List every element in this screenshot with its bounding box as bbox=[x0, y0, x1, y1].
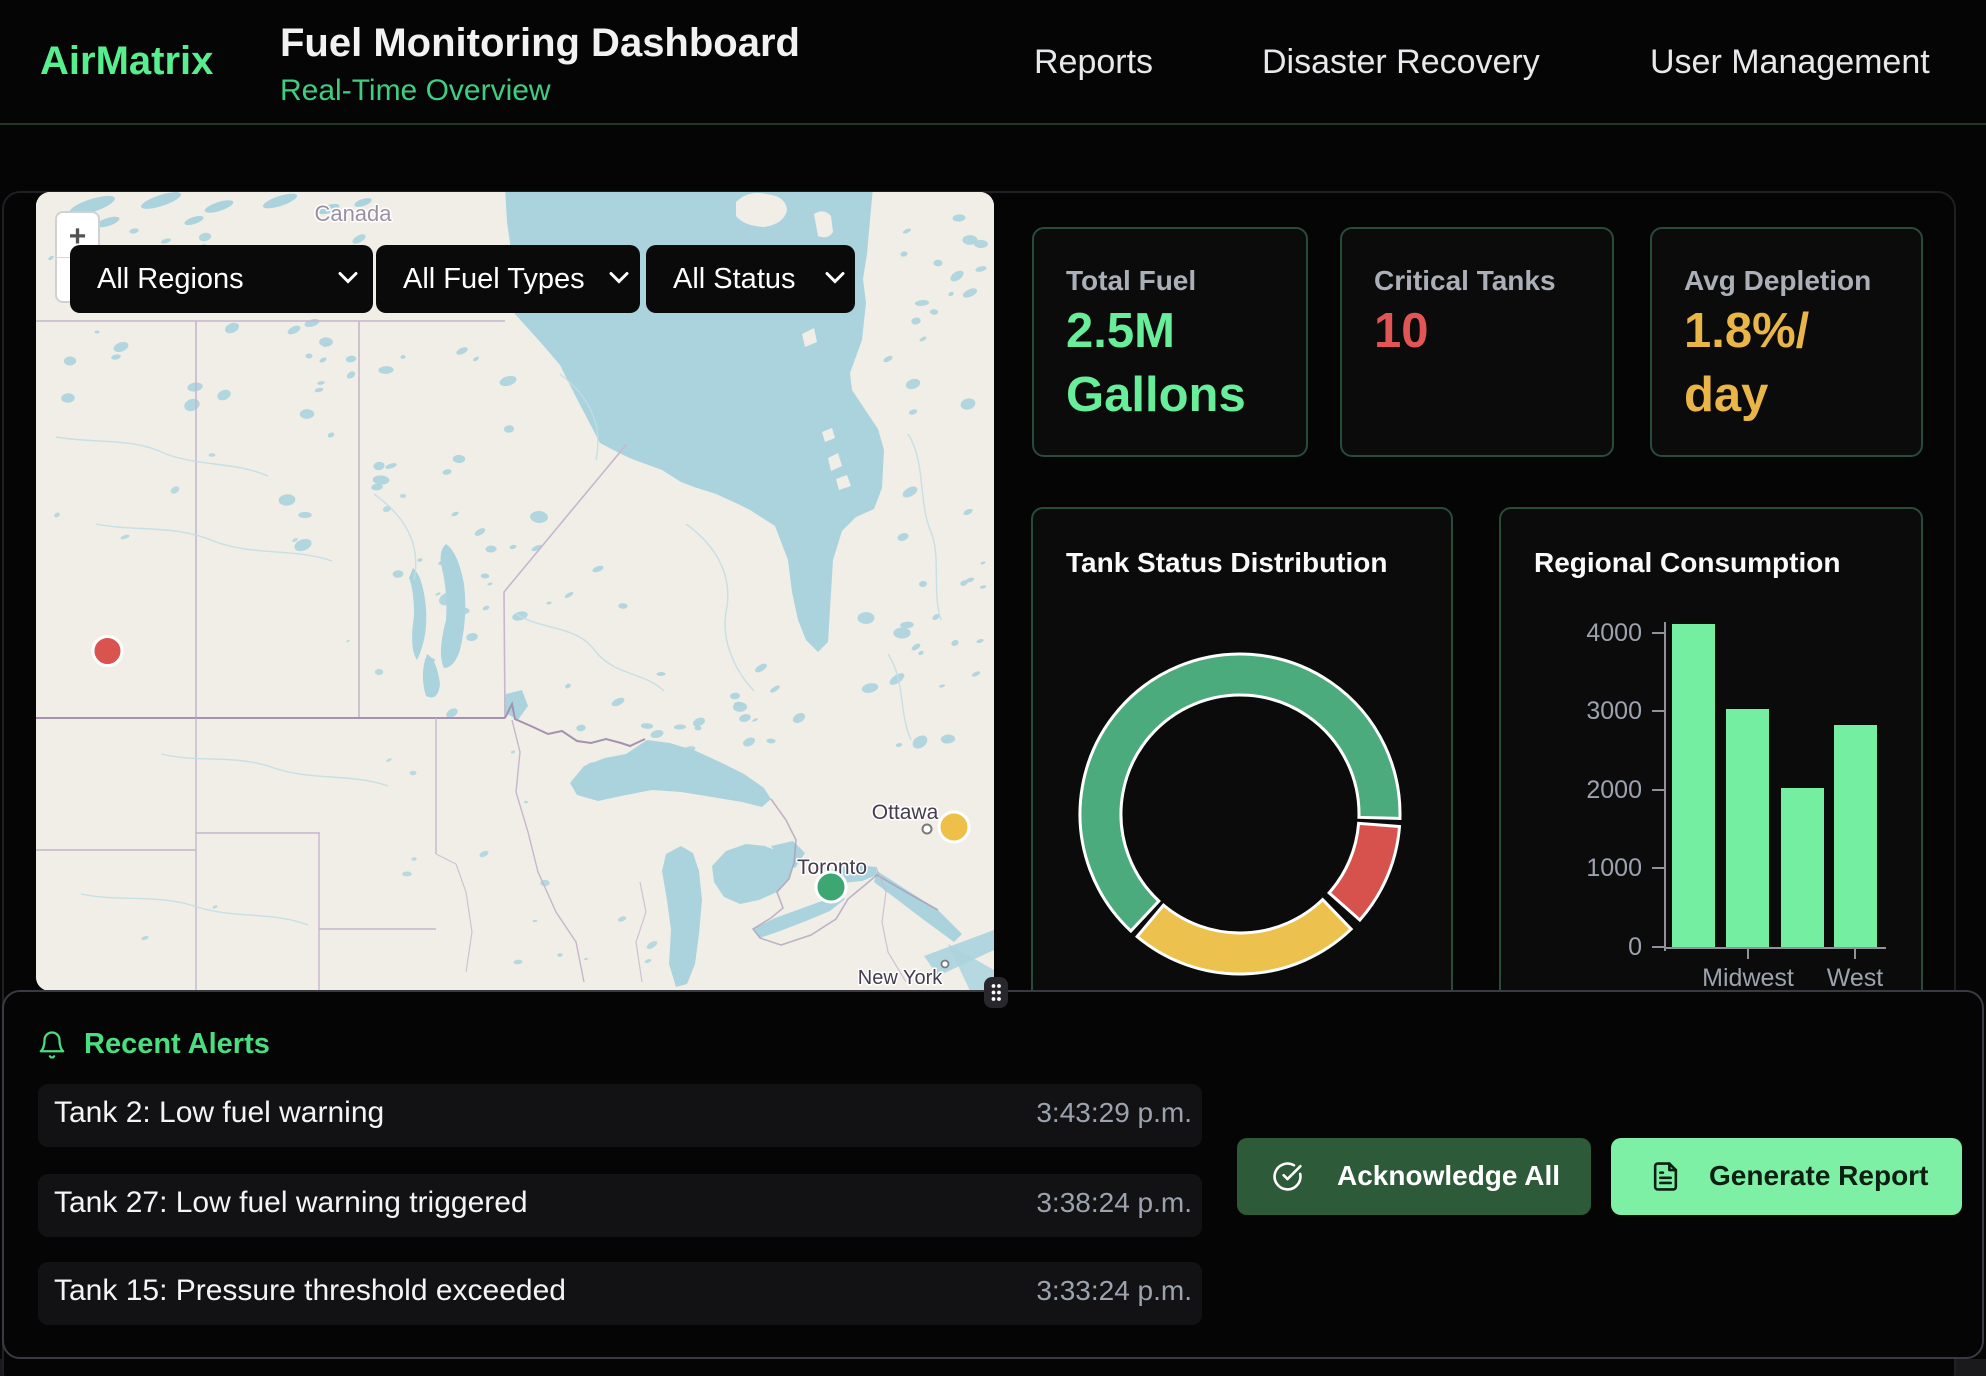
svg-text:New York: New York bbox=[858, 967, 943, 989]
svg-text:Ottawa: Ottawa bbox=[872, 801, 939, 824]
svg-text:Canada: Canada bbox=[314, 201, 392, 226]
